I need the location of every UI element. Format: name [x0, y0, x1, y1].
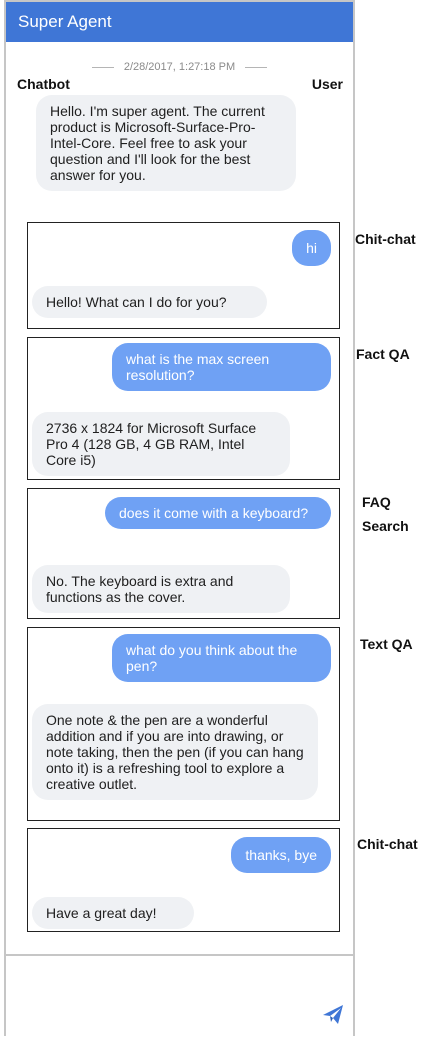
turn-category-label: Text QA: [360, 636, 413, 652]
chat-window: Super Agent 2/28/2017, 1:27:18 PM Chatbo…: [4, 0, 355, 1036]
bot-message: Have a great day!: [32, 897, 194, 929]
timestamp-divider: [91, 66, 114, 68]
conversation-turn: does it come with a keyboard? No. The ke…: [27, 488, 340, 619]
user-column-label: User: [311, 76, 343, 92]
turn-category-label: Fact QA: [356, 346, 410, 362]
conversation-turn: what is the max screen resolution? 2736 …: [27, 337, 340, 480]
timestamp-text: 2/28/2017, 1:27:18 PM: [123, 61, 236, 73]
user-message: thanks, bye: [231, 837, 331, 873]
user-message: what is the max screen resolution?: [112, 343, 331, 391]
user-message: does it come with a keyboard?: [105, 497, 331, 529]
send-icon[interactable]: [321, 1002, 345, 1026]
conversation-turn: thanks, bye Have a great day!: [27, 828, 340, 932]
user-message: what do you think about the pen?: [112, 634, 331, 682]
timestamp: 2/28/2017, 1:27:18 PM: [6, 60, 353, 74]
chatbot-column-label: Chatbot: [17, 76, 70, 92]
bot-message: One note & the pen are a wonderful addit…: [32, 704, 318, 800]
user-message: hi: [292, 230, 331, 266]
turn-category-label: Chit-chat: [355, 231, 416, 247]
message-input[interactable]: [6, 954, 353, 1036]
turn-category-label: FAQ: [362, 494, 391, 510]
conversation-turn: hi Hello! What can I do for you?: [27, 222, 340, 329]
bot-message: No. The keyboard is extra and functions …: [32, 565, 290, 613]
turn-category-label: Chit-chat: [357, 836, 418, 852]
bot-message: 2736 x 1824 for Microsoft Surface Pro 4 …: [32, 412, 290, 476]
bot-message: Hello! What can I do for you?: [32, 286, 267, 318]
app-title: Super Agent: [6, 2, 353, 42]
timestamp-divider: [245, 66, 268, 68]
turn-category-label: Search: [362, 518, 409, 534]
conversation-turn: what do you think about the pen? One not…: [27, 627, 340, 821]
bot-welcome-message: Hello. I'm super agent. The current prod…: [36, 95, 296, 191]
